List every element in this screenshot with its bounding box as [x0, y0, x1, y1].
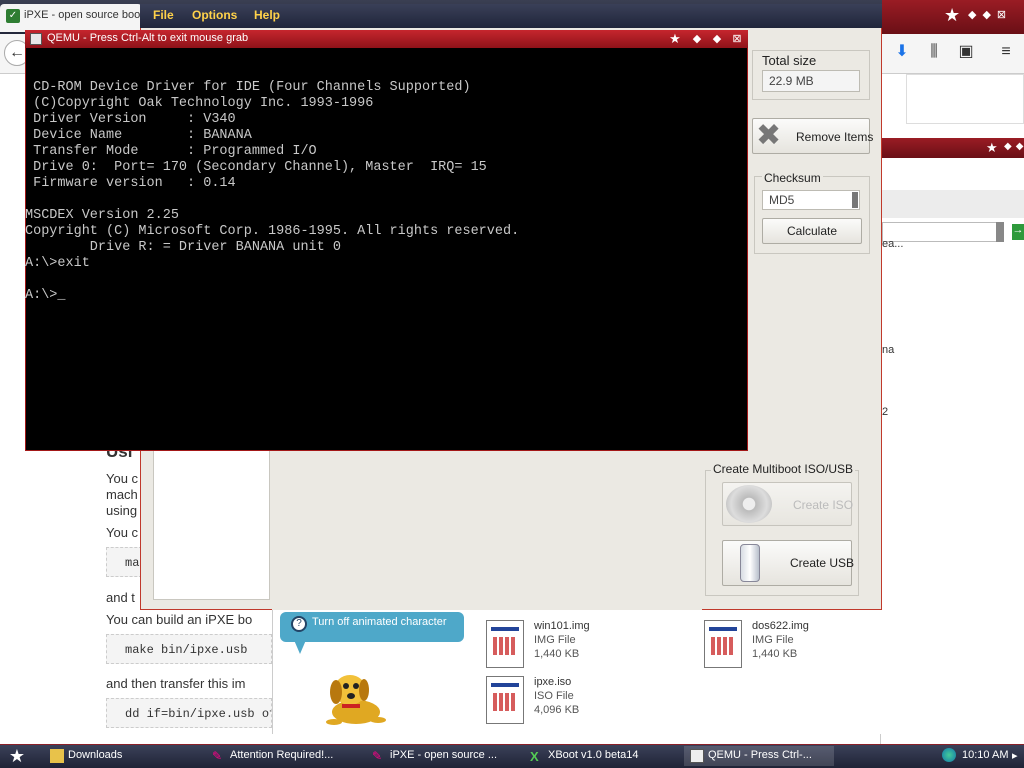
page-text-line: and then transfer this im [106, 676, 246, 691]
star-icon: ★ [944, 5, 961, 25]
assistant-text: Turn off animated character [312, 616, 447, 628]
chevron-down-icon[interactable] [852, 192, 858, 208]
iso-file-icon [486, 676, 524, 724]
page-favicon-icon: ✓ [6, 9, 20, 23]
page-text-line: You c [106, 525, 139, 540]
code-block: make bin/ipxe.usb [106, 634, 272, 664]
page-fragment: ea... [882, 238, 904, 250]
create-usb-label: Create USB [790, 556, 855, 570]
code-block: ma [106, 547, 142, 577]
total-size-field: 22.9 MB [762, 70, 860, 92]
task-xboot[interactable]: X XBoot v1.0 beta14 [524, 746, 674, 766]
maximize-button[interactable]: ◆ [710, 32, 724, 46]
img-file-icon [486, 620, 524, 668]
qemu-console[interactable]: CD-ROM Device Driver for IDE (Four Chann… [25, 80, 747, 450]
file-item[interactable]: ipxe.iso ISO File 4,096 KB [486, 676, 646, 728]
task-qemu[interactable]: QEMU - Press Ctrl-... [684, 746, 834, 766]
remove-icon: ✖ [756, 119, 782, 152]
page-box [906, 74, 1024, 124]
task-ipxe[interactable]: ✎ iPXE - open source ... [366, 746, 510, 766]
xboot-file-list[interactable] [153, 440, 270, 600]
download-icon[interactable]: ⬇ [892, 42, 912, 62]
bubble-tail [294, 640, 306, 654]
close-button[interactable]: ⊠ [730, 32, 744, 46]
page-fragment: na [882, 344, 895, 356]
star-icon: ★ [986, 140, 998, 155]
remove-items-label: Remove Items [796, 130, 874, 144]
file-item[interactable]: dos622.img IMG File 1,440 KB [704, 620, 864, 672]
browser2-scroll-handle[interactable] [996, 222, 1004, 242]
dog-character-icon[interactable] [316, 668, 392, 726]
minimize-button[interactable]: ◆ [690, 32, 704, 46]
star-icon: ★ [669, 31, 681, 46]
assistant-bubble[interactable]: Turn off animated character [280, 612, 464, 642]
menu-icon[interactable]: ≡ [996, 42, 1016, 62]
task-attention[interactable]: ✎ Attention Required!... [206, 746, 356, 766]
code-block: dd if=bin/ipxe.usb of [106, 698, 272, 728]
menu-help[interactable]: Help [254, 8, 280, 22]
xboot-menubar [140, 4, 882, 28]
page-text-line: You can build an iPXE bo [106, 612, 253, 627]
folder-icon [50, 749, 64, 763]
clock: 10:10 AM [962, 749, 1009, 761]
xboot-center-panel [272, 440, 702, 610]
browser-tab-ipxe[interactable]: ✓ iPXE - open source boo [0, 4, 142, 32]
qemu-icon [690, 749, 704, 763]
page-text-line: using [106, 503, 138, 518]
qemu-app-icon [30, 33, 42, 45]
calculate-button[interactable]: Calculate [762, 218, 862, 244]
firefox-icon: ✎ [372, 749, 383, 763]
go-icon[interactable]: → [1012, 224, 1024, 240]
xboot-icon: X [530, 749, 539, 764]
create-multiboot-label: Create Multiboot ISO/USB [711, 462, 856, 476]
firefox-icon: ✎ [212, 749, 223, 763]
page-fragment: 2 [882, 406, 889, 418]
total-size-label: Total size [762, 53, 817, 68]
img-file-icon [704, 620, 742, 668]
sidebar-icon[interactable]: ▣ [956, 42, 976, 62]
window-controls-icon[interactable]: ◆◆⊠ [968, 8, 1012, 21]
task-downloads[interactable]: Downloads [44, 746, 158, 766]
browser2-bar [880, 190, 1024, 218]
network-icon[interactable] [942, 748, 956, 762]
start-button[interactable]: ★ [4, 746, 30, 766]
menu-options[interactable]: Options [192, 8, 237, 22]
window-controls-icon[interactable]: ◆◆ [1004, 141, 1024, 152]
page-text-line: mach [106, 487, 138, 502]
page-text-line: and t [106, 590, 135, 605]
browser-tab-title: iPXE - open source boo [24, 9, 141, 21]
assistant-icon: ? [291, 616, 307, 632]
checksum-label: Checksum [762, 171, 823, 185]
checksum-select[interactable]: MD5 [762, 190, 860, 210]
qemu-titlebar: QEMU - Press Ctrl-Alt to exit mouse grab [25, 30, 748, 48]
menu-file[interactable]: File [153, 8, 174, 22]
library-icon[interactable]: ⫼ [924, 42, 944, 62]
browser2-titlebar [880, 138, 1024, 158]
create-iso-label: Create ISO [793, 498, 854, 512]
dvd-icon [726, 485, 772, 523]
usb-drive-icon [740, 544, 760, 582]
chevron-icon[interactable]: ▸ [1012, 749, 1018, 762]
page-text-line: You c [106, 471, 139, 486]
file-item[interactable]: win101.img IMG File 1,440 KB [486, 620, 646, 672]
